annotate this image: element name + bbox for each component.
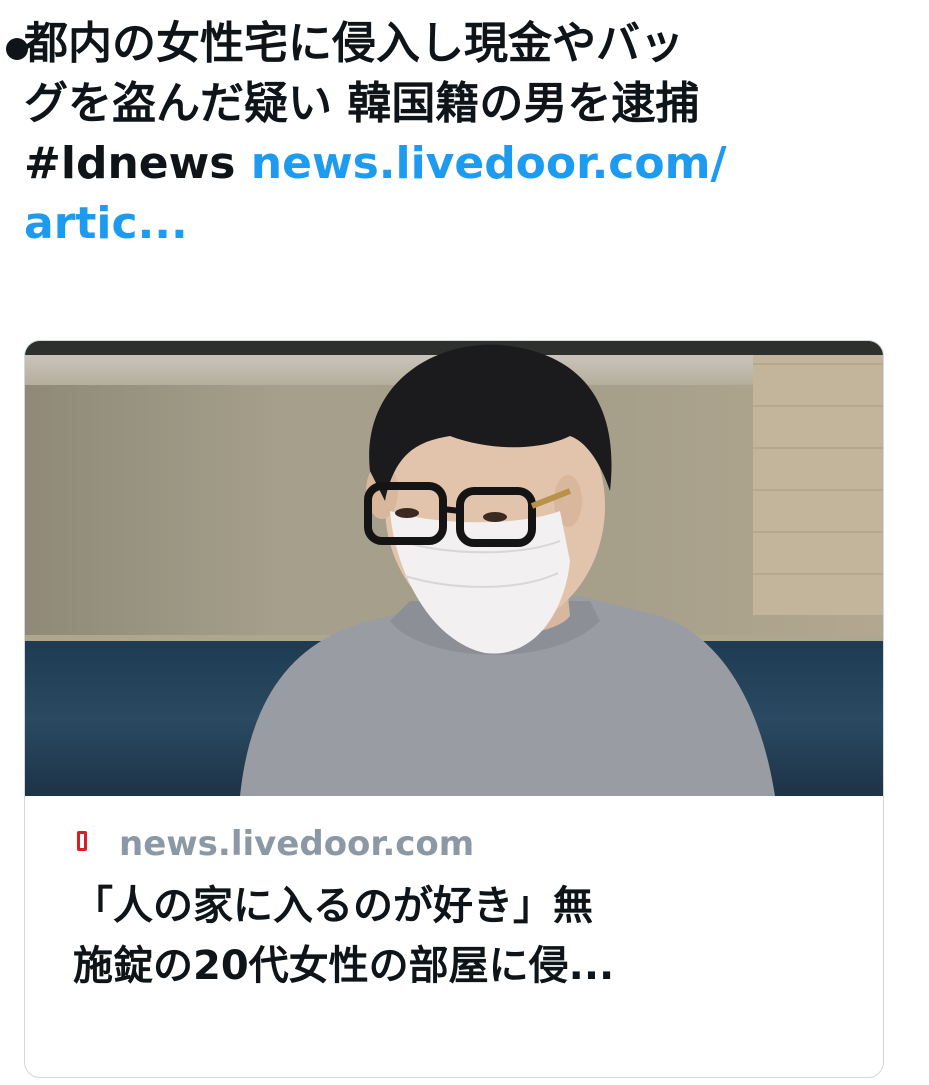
- card-domain: news.livedoor.com: [119, 824, 475, 864]
- card-meta: news.livedoor.com 「人の家に入るのが好き」無 施錠の20代女性…: [25, 796, 883, 996]
- card-image[interactable]: [25, 341, 883, 796]
- person-photo-icon: [240, 344, 775, 796]
- tweet-text-line-1: 都内の女性宅に侵入し現金やバッ: [24, 18, 684, 69]
- link-preview-card[interactable]: news.livedoor.com 「人の家に入るのが好き」無 施錠の20代女性…: [24, 340, 884, 1078]
- hashtag-ldnews[interactable]: #ldnews: [24, 138, 235, 189]
- article-link-continued[interactable]: artic...: [24, 198, 188, 249]
- card-title-line-2: 施錠の20代女性の部屋に侵...: [73, 943, 615, 989]
- tweet-text: 都内の女性宅に侵入し現金やバッ グを盗んだ疑い 韓国籍の男を逮捕 #ldnews…: [24, 14, 904, 254]
- tweet-body: 都内の女性宅に侵入し現金やバッ グを盗んだ疑い 韓国籍の男を逮捕 #ldnews…: [6, 14, 904, 254]
- livedoor-favicon-icon: [77, 831, 87, 851]
- card-domain-row: news.livedoor.com: [77, 816, 883, 872]
- card-title-line-1: 「人の家に入るのが好き」無: [73, 883, 593, 929]
- tweet-text-line-4: artic...: [24, 194, 904, 254]
- tweet-text-line-2: グを盗んだ疑い 韓国籍の男を逮捕: [24, 78, 700, 129]
- article-link[interactable]: news.livedoor.com/: [251, 138, 727, 189]
- avatar-edge-icon: [6, 38, 28, 60]
- card-title[interactable]: 「人の家に入るのが好き」無 施錠の20代女性の部屋に侵...: [73, 876, 883, 996]
- tweet-text-line-3: #ldnews news.livedoor.com/: [24, 134, 904, 194]
